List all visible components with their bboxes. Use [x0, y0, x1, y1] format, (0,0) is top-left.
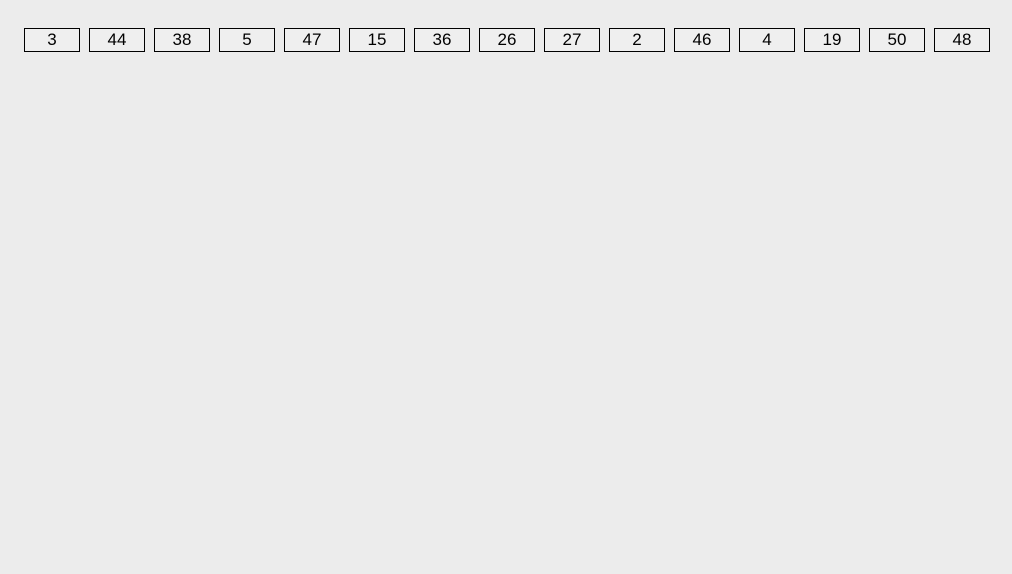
number-button-10[interactable]: 46 — [674, 28, 730, 52]
number-button-14[interactable]: 48 — [934, 28, 990, 52]
number-button-9[interactable]: 2 — [609, 28, 665, 52]
number-button-3[interactable]: 5 — [219, 28, 275, 52]
number-button-5[interactable]: 15 — [349, 28, 405, 52]
number-button-11[interactable]: 4 — [739, 28, 795, 52]
number-button-8[interactable]: 27 — [544, 28, 600, 52]
number-button-6[interactable]: 36 — [414, 28, 470, 52]
number-button-0[interactable]: 3 — [24, 28, 80, 52]
number-button-13[interactable]: 50 — [869, 28, 925, 52]
number-button-2[interactable]: 38 — [154, 28, 210, 52]
number-button-12[interactable]: 19 — [804, 28, 860, 52]
number-button-1[interactable]: 44 — [89, 28, 145, 52]
number-button-4[interactable]: 47 — [284, 28, 340, 52]
button-row: 3 44 38 5 47 15 36 26 27 2 46 4 19 50 48 — [0, 0, 1012, 52]
number-button-7[interactable]: 26 — [479, 28, 535, 52]
